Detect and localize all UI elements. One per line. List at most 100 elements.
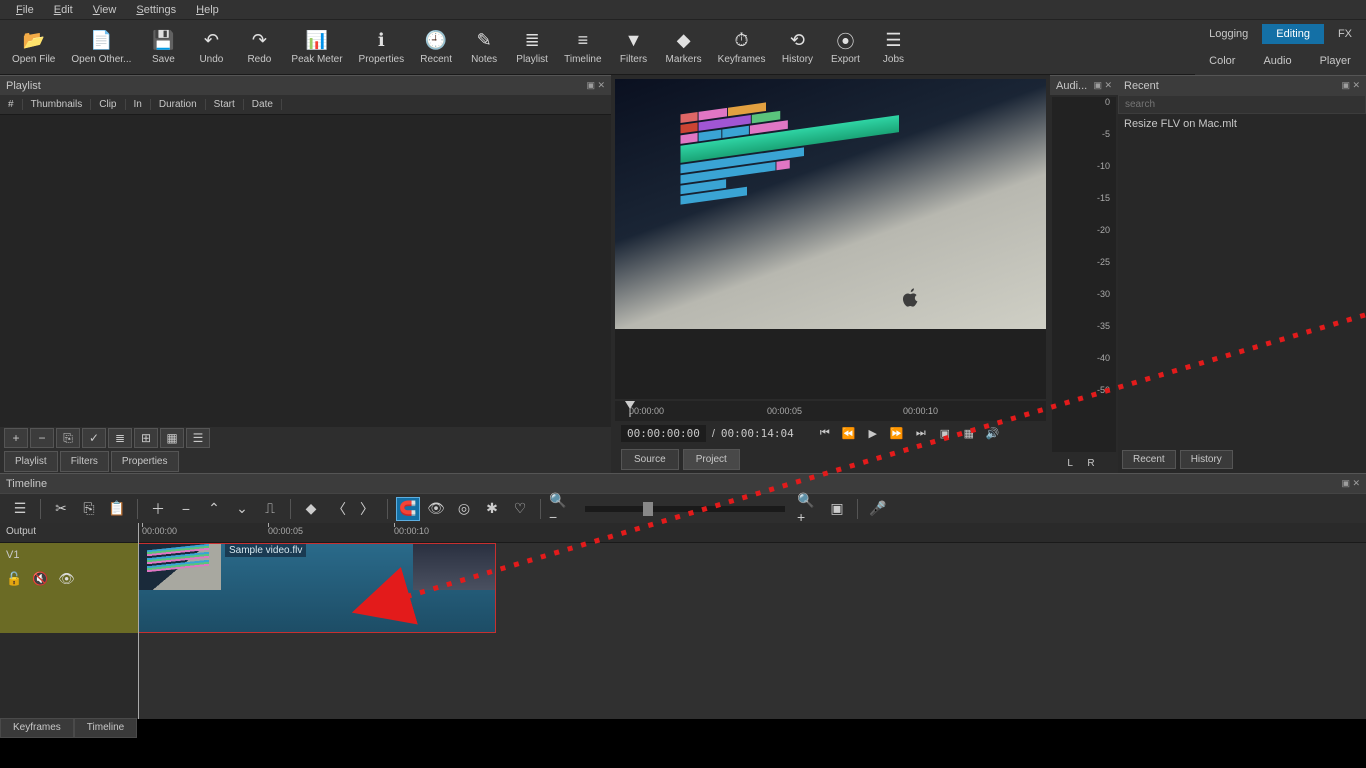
tool-markers[interactable]: ◆Markers [658, 26, 710, 69]
play-icon[interactable]: ▶ [864, 427, 882, 440]
volume-icon[interactable]: 🔊 [984, 427, 1002, 440]
paste-icon[interactable]: 📋 [105, 497, 129, 521]
timeline-ruler[interactable]: 00:00:00 00:00:05 00:00:10 [138, 523, 1366, 543]
overwrite-icon[interactable]: ⌄ [230, 497, 254, 521]
tool-peak-meter[interactable]: 📊Peak Meter [283, 26, 350, 69]
append-icon[interactable]: ＋ [146, 497, 170, 521]
ripple-icon[interactable]: ◎ [452, 497, 476, 521]
playlist-col-thumbnails[interactable]: Thumbnails [23, 99, 92, 110]
marker-icon[interactable]: ◆ [299, 497, 323, 521]
playlist-action-button[interactable]: ⊞ [134, 428, 158, 448]
playlist-body[interactable] [0, 115, 611, 427]
track-v1-header[interactable]: V1 🔓 🔇 👁 [0, 543, 138, 633]
preview-video[interactable] [615, 79, 1046, 399]
menu-settings[interactable]: Settings [126, 2, 186, 18]
bottom-tab-keyframes[interactable]: Keyframes [0, 718, 74, 738]
tool-open-other-[interactable]: 📄Open Other... [63, 26, 139, 69]
copy-icon[interactable]: ⎘ [77, 497, 101, 521]
open-other--icon: 📄 [90, 30, 112, 52]
skip-start-icon[interactable]: ⏮ [816, 427, 834, 440]
snap-icon[interactable]: 🧲 [396, 497, 420, 521]
playlist-col-in[interactable]: In [126, 99, 151, 110]
menu-view[interactable]: View [83, 2, 127, 18]
zoom-out-icon[interactable]: 🔍− [549, 497, 573, 521]
playlist-tab-filters[interactable]: Filters [60, 451, 109, 472]
playlist-action-button[interactable]: ▦ [160, 428, 184, 448]
playlist-col-duration[interactable]: Duration [151, 99, 206, 110]
playlist-header-controls[interactable]: ▣ ✕ [586, 80, 605, 91]
playlist-col-start[interactable]: Start [206, 99, 244, 110]
layout-tab-editing[interactable]: Editing [1262, 24, 1324, 44]
lift-icon[interactable]: ⌃ [202, 497, 226, 521]
timeline-output-label[interactable]: Output [0, 523, 138, 543]
layout-tab-logging[interactable]: Logging [1195, 24, 1262, 44]
split-icon[interactable]: ⎍ [258, 497, 282, 521]
layout-tab-fx[interactable]: FX [1324, 24, 1366, 44]
prev-marker-icon[interactable]: 〈 [327, 497, 351, 521]
cut-icon[interactable]: ✂ [49, 497, 73, 521]
track-hide-icon[interactable]: 👁 [58, 571, 75, 587]
zoom-fit-icon[interactable]: ▣ [936, 427, 954, 440]
timeline-clip[interactable]: Sample video.flv [138, 543, 496, 633]
remove-icon[interactable]: − [174, 497, 198, 521]
playlist-col-#[interactable]: # [0, 99, 23, 110]
tool-properties[interactable]: ℹProperties [351, 26, 413, 69]
tool-save[interactable]: 💾Save [139, 26, 187, 69]
playlist-col-clip[interactable]: Clip [91, 99, 125, 110]
playlist-action-button[interactable]: ☰ [186, 428, 210, 448]
scrub-icon[interactable]: 👁 [424, 497, 448, 521]
playlist-action-button[interactable]: + [4, 428, 28, 448]
preview-tab-source[interactable]: Source [621, 449, 679, 470]
zoom-slider[interactable] [585, 506, 785, 512]
layout-tab-audio[interactable]: Audio [1249, 51, 1305, 71]
playlist-action-button[interactable]: ✓ [82, 428, 106, 448]
recent-tab-history[interactable]: History [1180, 450, 1233, 469]
tool-recent[interactable]: 🕘Recent [412, 26, 460, 69]
skip-end-icon[interactable]: ⏭ [912, 427, 930, 440]
record-audio-icon[interactable]: 🎤 [866, 497, 890, 521]
timeline-tracks-body[interactable]: 00:00:00 00:00:05 00:00:10 Sample video.… [138, 523, 1366, 719]
recent-search-input[interactable] [1118, 95, 1366, 114]
timeline-playhead[interactable] [138, 523, 139, 719]
rewind-icon[interactable]: ⏪ [840, 427, 858, 440]
tool-timeline[interactable]: ≡Timeline [556, 26, 609, 69]
menu-help[interactable]: Help [186, 2, 229, 18]
audio-tick: -35 [1097, 321, 1110, 331]
preview-tab-project[interactable]: Project [683, 449, 740, 470]
tool-filters[interactable]: ▼Filters [610, 26, 658, 69]
track-mute-icon[interactable]: 🔇 [32, 571, 48, 587]
tool-export[interactable]: ⦿Export [821, 26, 869, 69]
bottom-tab-timeline[interactable]: Timeline [74, 718, 137, 738]
next-marker-icon[interactable]: 〉 [355, 497, 379, 521]
playlist-tab-playlist[interactable]: Playlist [4, 451, 58, 472]
timecode-current[interactable]: 00:00:00:00 [621, 425, 706, 442]
tool-history[interactable]: ⟲History [773, 26, 821, 69]
playlist-action-button[interactable]: − [30, 428, 54, 448]
recent-item[interactable]: Resize FLV on Mac.mlt [1118, 114, 1366, 134]
tool-undo[interactable]: ↶Undo [187, 26, 235, 69]
tool-keyframes[interactable]: ⏱Keyframes [710, 26, 774, 69]
tool-notes[interactable]: ✎Notes [460, 26, 508, 69]
tool-redo[interactable]: ↷Redo [235, 26, 283, 69]
recent-tab-recent[interactable]: Recent [1122, 450, 1176, 469]
playlist-action-button[interactable]: ⎘ [56, 428, 80, 448]
preview-scrubber[interactable]: 00:00:00 00:00:05 00:00:10 [615, 401, 1046, 421]
tool-jobs[interactable]: ☰Jobs [869, 26, 917, 69]
ripple-all-icon[interactable]: ✱ [480, 497, 504, 521]
layout-tab-color[interactable]: Color [1195, 51, 1249, 71]
track-lock-icon[interactable]: 🔓 [6, 571, 22, 587]
tool-playlist[interactable]: ≣Playlist [508, 26, 556, 69]
playlist-col-date[interactable]: Date [244, 99, 282, 110]
menu-file[interactable]: File [6, 2, 44, 18]
playlist-action-button[interactable]: ≣ [108, 428, 132, 448]
zoom-fit-timeline-icon[interactable]: ▣ [825, 497, 849, 521]
playlist-tab-properties[interactable]: Properties [111, 451, 179, 472]
tool-open-file[interactable]: 📂Open File [4, 26, 63, 69]
layout-tab-player[interactable]: Player [1306, 51, 1365, 71]
fast-forward-icon[interactable]: ⏩ [888, 427, 906, 440]
timeline-menu-icon[interactable]: ☰ [8, 497, 32, 521]
menu-edit[interactable]: Edit [44, 2, 83, 18]
grid-icon[interactable]: ▦ [960, 427, 978, 440]
zoom-in-icon[interactable]: 🔍+ [797, 497, 821, 521]
ripple-markers-icon[interactable]: ♡ [508, 497, 532, 521]
